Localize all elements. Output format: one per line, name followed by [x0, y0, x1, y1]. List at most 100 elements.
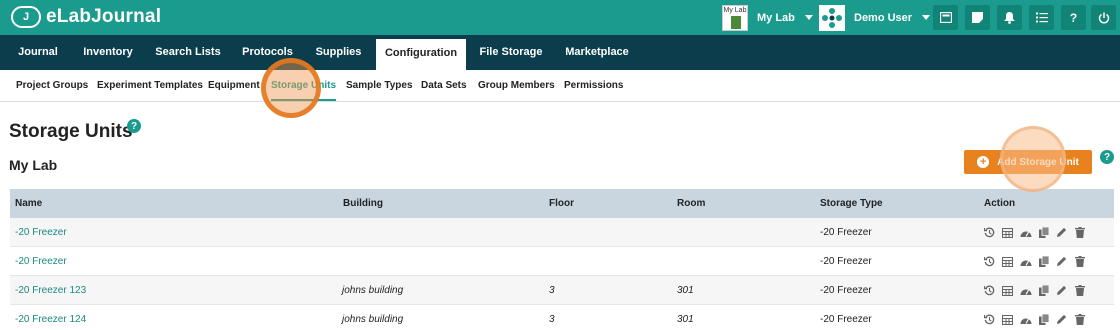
nav-journal[interactable]: Journal [10, 35, 66, 70]
edit-icon[interactable] [1055, 226, 1068, 239]
history-icon[interactable] [983, 284, 996, 297]
grid-icon[interactable] [1001, 226, 1014, 239]
copy-icon[interactable] [1037, 284, 1050, 297]
power-icon [1098, 12, 1109, 23]
column-header-action: Action [984, 198, 1016, 209]
chevron-down-icon [804, 15, 813, 20]
storage-unit-name-link[interactable]: -20 Freezer 124 [15, 305, 86, 330]
highlight-circle-storage-units [261, 58, 321, 118]
sub-nav: Project Groups Experiment Templates Equi… [0, 70, 1120, 102]
grid-icon[interactable] [1001, 255, 1014, 268]
storage-type-cell: -20 Freezer [820, 256, 872, 267]
storage-units-table: Name Building Floor Room Storage Type Ac… [10, 189, 1114, 330]
column-header-name[interactable]: Name [15, 189, 42, 218]
storage-unit-name-link[interactable]: -20 Freezer [15, 218, 67, 247]
brand-name: eLabJournal [46, 6, 162, 27]
bell-icon [1004, 11, 1015, 24]
row-actions [983, 226, 1091, 239]
lab-switcher[interactable]: My Lab My Lab [722, 4, 813, 31]
floor-cell: 3 [549, 285, 555, 296]
delete-icon[interactable] [1073, 284, 1086, 297]
brand[interactable]: J eLabJournal [11, 6, 161, 28]
lab-thumbnail: My Lab [722, 4, 748, 31]
column-header-storage-type[interactable]: Storage Type [820, 189, 883, 218]
delete-icon[interactable] [1073, 313, 1086, 326]
column-header-floor[interactable]: Floor [549, 189, 574, 218]
edit-icon[interactable] [1055, 255, 1068, 268]
grid-icon[interactable] [1001, 284, 1014, 297]
history-icon[interactable] [983, 255, 996, 268]
storage-unit-name-link[interactable]: -20 Freezer 123 [15, 276, 86, 305]
page-title: Storage Units [9, 121, 133, 142]
help-icon[interactable]: ? [1100, 150, 1114, 164]
column-header-room[interactable]: Room [677, 189, 705, 218]
avatar-icon [822, 7, 842, 28]
subnav-group-members[interactable]: Group Members [478, 70, 555, 102]
tasks-button[interactable] [1029, 5, 1054, 30]
table-row: -20 Freezer -20 Freezer [10, 218, 1114, 247]
copy-icon[interactable] [1037, 313, 1050, 326]
main-nav: Journal Inventory Search Lists Protocols… [0, 35, 1120, 70]
subnav-sample-types[interactable]: Sample Types [346, 70, 413, 102]
row-actions [983, 313, 1091, 326]
help-icon: ? [1069, 10, 1078, 25]
dashboard-icon[interactable] [1019, 226, 1032, 239]
lab-thumbnail-text: My Lab [723, 6, 747, 14]
subnav-permissions[interactable]: Permissions [564, 70, 623, 102]
help-icon[interactable]: ? [127, 119, 141, 133]
table-header: Name Building Floor Room Storage Type Ac… [10, 189, 1114, 218]
nav-search-lists[interactable]: Search Lists [150, 35, 226, 70]
nav-supplies[interactable]: Supplies [309, 35, 368, 70]
user-menu[interactable]: Demo User [819, 4, 931, 31]
inventory-icon [939, 12, 952, 23]
history-icon[interactable] [983, 226, 996, 239]
nav-marketplace[interactable]: Marketplace [558, 35, 636, 70]
room-cell: 301 [677, 314, 694, 325]
copy-icon[interactable] [1037, 226, 1050, 239]
help-button[interactable]: ? [1061, 5, 1086, 30]
subnav-equipment[interactable]: Equipment [208, 70, 260, 102]
inventory-button[interactable] [933, 5, 958, 30]
column-header-building[interactable]: Building [343, 189, 383, 218]
user-avatar [819, 4, 845, 31]
notes-button[interactable] [965, 5, 990, 30]
subnav-data-sets[interactable]: Data Sets [421, 70, 467, 102]
edit-icon[interactable] [1055, 284, 1068, 297]
plus-circle-icon: + [977, 156, 990, 168]
storage-type-cell: -20 Freezer [820, 314, 872, 325]
storage-unit-name-link[interactable]: -20 Freezer [15, 247, 67, 276]
row-actions [983, 255, 1091, 268]
delete-icon[interactable] [1073, 255, 1086, 268]
nav-inventory[interactable]: Inventory [76, 35, 140, 70]
chevron-down-icon [922, 15, 931, 20]
edit-icon[interactable] [1055, 313, 1068, 326]
lab-heading: My Lab [9, 157, 58, 173]
nav-configuration[interactable]: Configuration [376, 39, 466, 70]
subnav-project-groups[interactable]: Project Groups [16, 70, 88, 102]
dashboard-icon[interactable] [1019, 284, 1032, 297]
highlight-circle-add-button [1000, 126, 1066, 192]
building-cell: johns building [342, 285, 404, 296]
floor-cell: 3 [549, 314, 555, 325]
storage-type-cell: -20 Freezer [820, 227, 872, 238]
copy-icon[interactable] [1037, 255, 1050, 268]
tasks-icon [1035, 12, 1048, 23]
history-icon[interactable] [983, 313, 996, 326]
room-cell: 301 [677, 285, 694, 296]
notifications-button[interactable] [997, 5, 1022, 30]
top-bar: J eLabJournal My Lab My Lab Demo User ? [0, 0, 1120, 35]
dashboard-icon[interactable] [1019, 255, 1032, 268]
brand-logo-icon: J [11, 6, 41, 28]
table-row: -20 Freezer -20 Freezer [10, 247, 1114, 276]
nav-file-storage[interactable]: File Storage [474, 35, 548, 70]
logout-button[interactable] [1091, 5, 1116, 30]
user-name: Demo User [854, 11, 913, 24]
delete-icon[interactable] [1073, 226, 1086, 239]
storage-type-cell: -20 Freezer [820, 285, 872, 296]
grid-icon[interactable] [1001, 313, 1014, 326]
lab-name: My Lab [757, 11, 795, 24]
table-body: -20 Freezer -20 Freezer -20 Freezer -20 … [10, 218, 1114, 330]
dashboard-icon[interactable] [1019, 313, 1032, 326]
subnav-experiment-templates[interactable]: Experiment Templates [97, 70, 203, 102]
row-actions [983, 284, 1091, 297]
